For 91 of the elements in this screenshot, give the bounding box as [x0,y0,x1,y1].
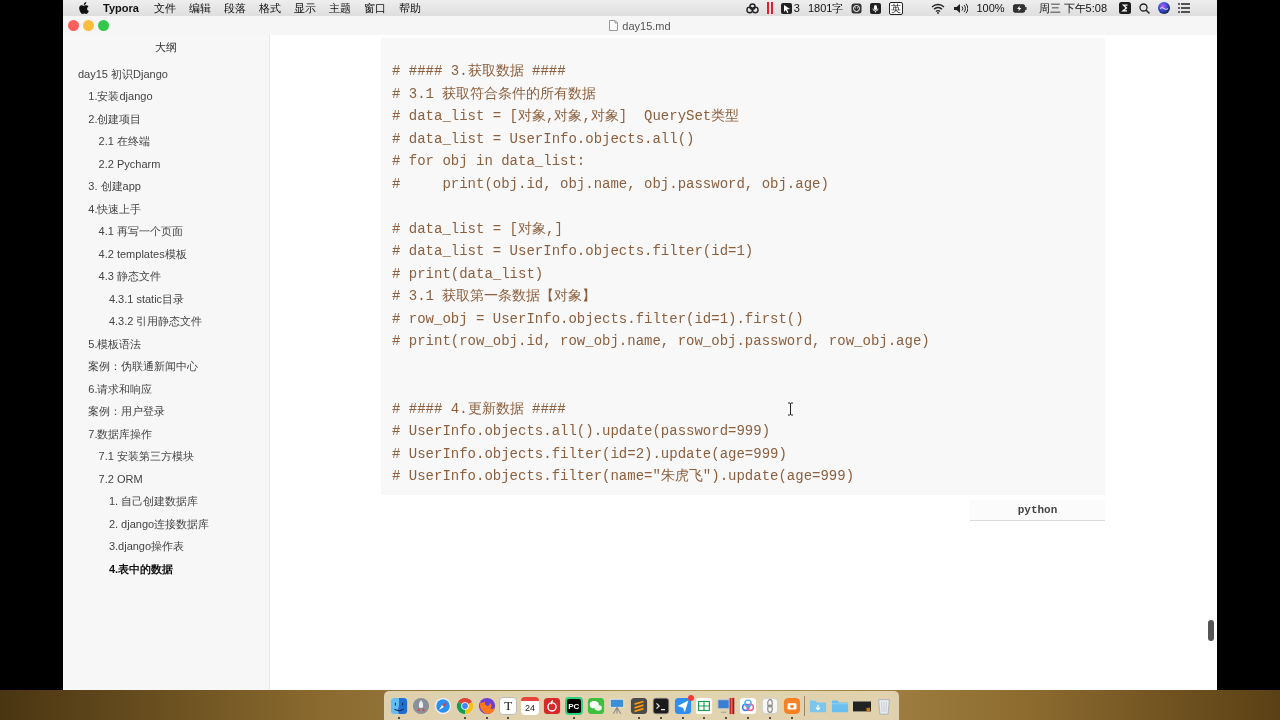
language-field[interactable]: python [970,499,1105,521]
outline-item[interactable]: 案例：伪联通新闻中心 [88,359,199,375]
outline-item[interactable]: 4.1 再写一个页面 [98,224,183,240]
code-line: # data_list = [对象,] [392,219,563,239]
menu-item[interactable]: 文件 [153,0,176,16]
outline-item[interactable]: 7.数据库操作 [88,426,153,442]
logo-tile-icon[interactable] [1119,2,1131,14]
cursor-arrow-icon[interactable] [780,2,792,14]
window-title: day15.md [622,19,671,32]
code-line: # for obj in data_list: [392,152,586,171]
outline-item[interactable]: 5.模板语法 [88,336,142,352]
spreadsheet-icon[interactable] [695,697,714,715]
outline-item[interactable]: 4.2 templates模板 [98,246,187,262]
outline-title: 大纲 [155,39,177,55]
outline-item[interactable]: 1. 自己创建数据库 [108,494,199,510]
app-tile[interactable]: T [499,697,518,715]
code-line: # UserInfo.objects.filter(id=2).update(age=999) [392,444,787,464]
wifi-icon[interactable] [931,2,946,14]
app-menu[interactable]: Typora [103,2,139,14]
code-line: # 3.1 获取符合条件的所有数据 [392,84,597,104]
outline-item[interactable]: 3.django操作表 [108,539,185,555]
app-tile[interactable]: PC [564,697,583,715]
cursor-count: 3 [793,1,800,15]
text-cursor-icon [787,402,794,416]
code-line: # print(data_list) [392,264,544,284]
battery-percent: 100% [976,1,1005,15]
double-bar-icon[interactable] [766,2,773,14]
rocket-icon[interactable] [412,697,431,715]
striped-tile-icon[interactable] [630,697,649,715]
outline-item[interactable]: 4.3.2 引用静态文件 [108,314,203,330]
monitor-icon[interactable] [717,697,736,715]
code-line: # UserInfo.objects.all().update(password=999) [392,422,771,441]
outline-item[interactable]: 2. django连接数据库 [108,516,210,532]
code-line: # print(obj.id, obj.name, obj.password, obj.age) [392,174,829,194]
word-count: 1801字 [807,1,844,15]
battery-icon[interactable] [1012,2,1027,14]
input-method-indicator[interactable]: 英 [889,1,904,15]
menu-item[interactable]: 编辑 [188,0,211,16]
paper-plane-icon[interactable] [673,697,692,715]
menu-item[interactable]: 显示 [293,0,316,16]
code-line: # row_obj = UserInfo.objects.filter(id=1).first() [392,309,804,329]
orb-icon[interactable] [1158,2,1170,14]
outline-item[interactable]: day15 初识Django [78,66,168,82]
ring-logo-icon[interactable] [455,697,474,715]
volume-icon[interactable] [953,2,969,14]
outline-item[interactable]: 案例：用户登录 [88,404,166,420]
close-button[interactable] [68,20,79,31]
code-line: # #### 4.更新数据 #### [392,399,566,419]
smiley-square-icon[interactable] [851,2,863,14]
linked-rings-icon[interactable] [739,697,758,715]
menu-item[interactable]: 窗口 [363,0,386,16]
outline-item[interactable]: 2.1 在终端 [98,134,150,150]
menu-item[interactable]: 帮助 [398,0,421,16]
chat-bubbles-icon[interactable] [586,697,605,715]
easel-icon[interactable] [608,697,627,715]
outline-item[interactable]: 3. 创建app [88,179,141,195]
outline-item[interactable]: 1.安装django [88,89,153,105]
outline-item[interactable]: 2.创建项目 [88,111,142,127]
list-icon[interactable] [1178,2,1190,14]
smiling-face-icon[interactable] [390,697,409,715]
menu-item[interactable]: 主题 [328,0,351,16]
code-line: # #### 3.获取数据 #### [392,62,566,81]
code-line: # print(row_obj.id, row_obj.name, row_obj.password, row_obj.age) [392,332,930,351]
scrollbar-thumb[interactable] [1208,620,1214,641]
microphone-icon[interactable] [870,2,882,14]
apple-icon[interactable] [79,2,89,14]
menu-item[interactable]: 格式 [258,0,281,16]
outline-item[interactable]: 7.2 ORM [98,473,143,486]
outline-item[interactable]: 4.3.1 static目录 [108,291,185,307]
code-line: # 3.1 获取第一条数据【对象】 [392,287,597,306]
calendar-tile[interactable]: 24 [521,697,540,715]
code-line: # data_list = UserInfo.objects.filter(id=1) [392,242,754,261]
terminal-icon[interactable] [651,697,670,715]
clock[interactable]: 周三 下午5:08 [1038,1,1107,15]
compass-icon[interactable] [433,697,452,715]
menu-item[interactable]: 段落 [223,0,246,16]
code-line: # data_list = [对象,对象,对象] QuerySet类型 [392,107,740,126]
outline-item[interactable]: 2.2 Pycharm [98,158,161,171]
camera-icon[interactable] [782,697,801,715]
outline-item[interactable]: 4.表中的数据 [108,561,174,577]
globe-icon[interactable] [477,697,496,715]
three-rings-icon[interactable] [745,2,759,14]
search-icon[interactable] [1139,2,1150,14]
code-line: # UserInfo.objects.filter(name="朱虎飞").update(age=999) [392,467,855,486]
outline-item[interactable]: 7.1 安装第三方模块 [98,449,194,465]
outline-item[interactable]: 4.3 静态文件 [98,269,161,285]
document-icon [609,20,619,31]
code-line: # data_list = UserInfo.objects.all() [392,129,695,149]
chain-icon[interactable] [760,697,779,715]
outline-item[interactable]: 4.快速上手 [88,201,142,217]
outline-item[interactable]: 6.请求和响应 [88,381,153,397]
